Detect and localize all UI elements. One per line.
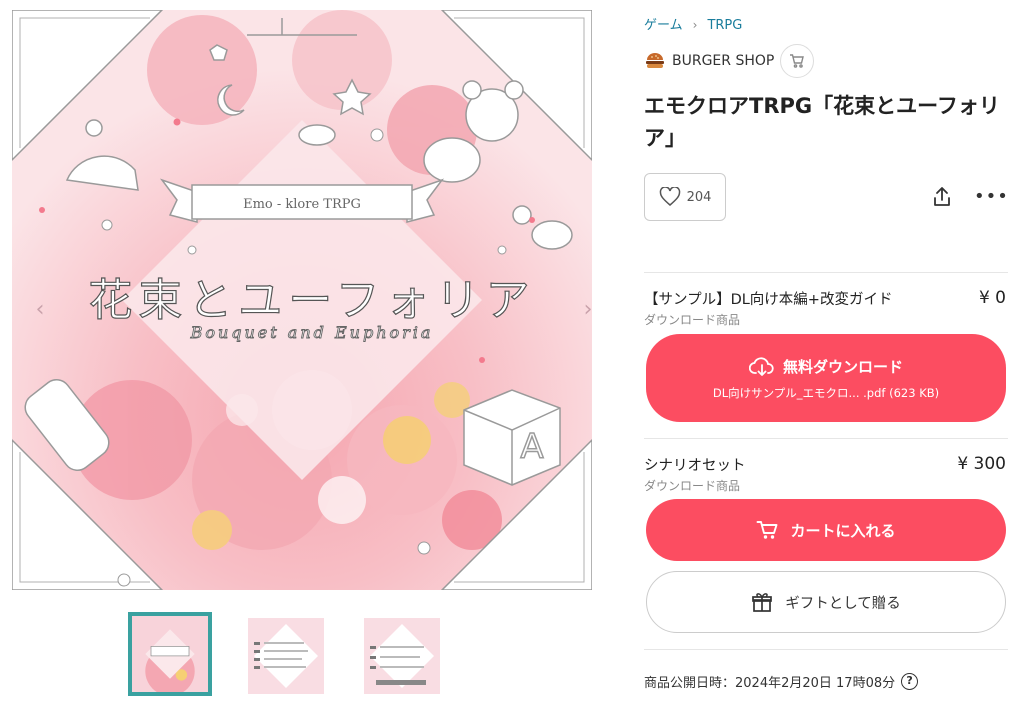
- cover-title-jp: 花束とユーフォリア: [88, 275, 535, 326]
- free-download-label: 無料ダウンロード: [782, 357, 903, 376]
- item-sample: 【サンプル】DL向け本編+改変ガイド ダウンロード商品 ¥ 0: [644, 288, 1008, 328]
- divider: [644, 649, 1008, 650]
- gift-button[interactable]: ギフトとして贈る: [646, 571, 1006, 633]
- item-price: ¥ 0: [978, 288, 1006, 308]
- shop-cart-icon[interactable]: [780, 44, 815, 78]
- breadcrumb-separator: ›: [692, 18, 698, 32]
- cover-title-en: Bouquet and Euphoria: [190, 323, 434, 342]
- shop-link[interactable]: BURGER SHOP: [644, 44, 815, 78]
- heart-icon: [659, 187, 680, 206]
- burger-logo-icon: [646, 53, 664, 68]
- thumbnail-3-image: [364, 618, 440, 694]
- add-to-cart-label: カートに入れる: [790, 521, 896, 540]
- add-to-cart-button[interactable]: カートに入れる: [646, 499, 1006, 561]
- more-icon[interactable]: •••: [974, 186, 1008, 208]
- shop-name[interactable]: BURGER SHOP: [672, 53, 774, 69]
- thumbnail-2-image: [248, 618, 324, 694]
- cart-icon: [757, 521, 778, 539]
- published-date: 商品公開日時：2024年2月20日 17時08分 ?: [644, 672, 919, 691]
- divider: [644, 438, 1008, 439]
- block-letter: A: [520, 427, 543, 467]
- prev-image-arrow[interactable]: ‹: [30, 295, 50, 325]
- free-download-button[interactable]: 無料ダウンロード DL向けサンプル_エモクロ... .pdf (623 KB): [646, 334, 1006, 422]
- item-price: ¥ 300: [957, 454, 1006, 474]
- like-count: 204: [686, 189, 712, 205]
- published-label: 商品公開日時：2024年2月20日 17時08分: [644, 676, 896, 691]
- item-type: ダウンロード商品: [644, 313, 741, 327]
- breadcrumb-trpg[interactable]: TRPG: [707, 18, 742, 33]
- like-button[interactable]: 204: [644, 173, 726, 221]
- item-scenario-set: シナリオセット ダウンロード商品 ¥ 300: [644, 454, 1008, 494]
- cloud-download-icon: [748, 357, 774, 376]
- thumbnail-3[interactable]: [364, 618, 440, 694]
- thumbnail-1[interactable]: [128, 612, 212, 696]
- product-title: エモクロアTRPG「花束とユーフォリア」: [644, 94, 1000, 150]
- cover-artwork: A Emo - klore TRPG 花束とユーフォリア Bouquet and…: [12, 10, 592, 590]
- divider: [644, 272, 1008, 273]
- thumbnail-1-image: [132, 616, 208, 692]
- item-name: シナリオセット: [644, 458, 746, 474]
- next-image-arrow[interactable]: ›: [578, 295, 592, 325]
- help-icon[interactable]: ?: [901, 673, 919, 690]
- main-product-image[interactable]: A Emo - klore TRPG 花束とユーフォリア Bouquet and…: [12, 10, 592, 590]
- gift-label: ギフトとして贈る: [785, 595, 901, 612]
- gift-icon: [752, 593, 773, 612]
- item-name: 【サンプル】DL向け本編+改変ガイド: [644, 292, 893, 308]
- item-type: ダウンロード商品: [644, 479, 741, 493]
- breadcrumb: ゲーム › TRPG: [644, 14, 742, 33]
- download-file-name: DL向けサンプル_エモクロ... .pdf (623 KB): [712, 386, 940, 400]
- thumbnail-2[interactable]: [248, 618, 324, 694]
- tag-ribbon-text: Emo - klore TRPG: [243, 197, 361, 212]
- share-icon[interactable]: [931, 186, 953, 208]
- breadcrumb-game[interactable]: ゲーム: [644, 18, 683, 33]
